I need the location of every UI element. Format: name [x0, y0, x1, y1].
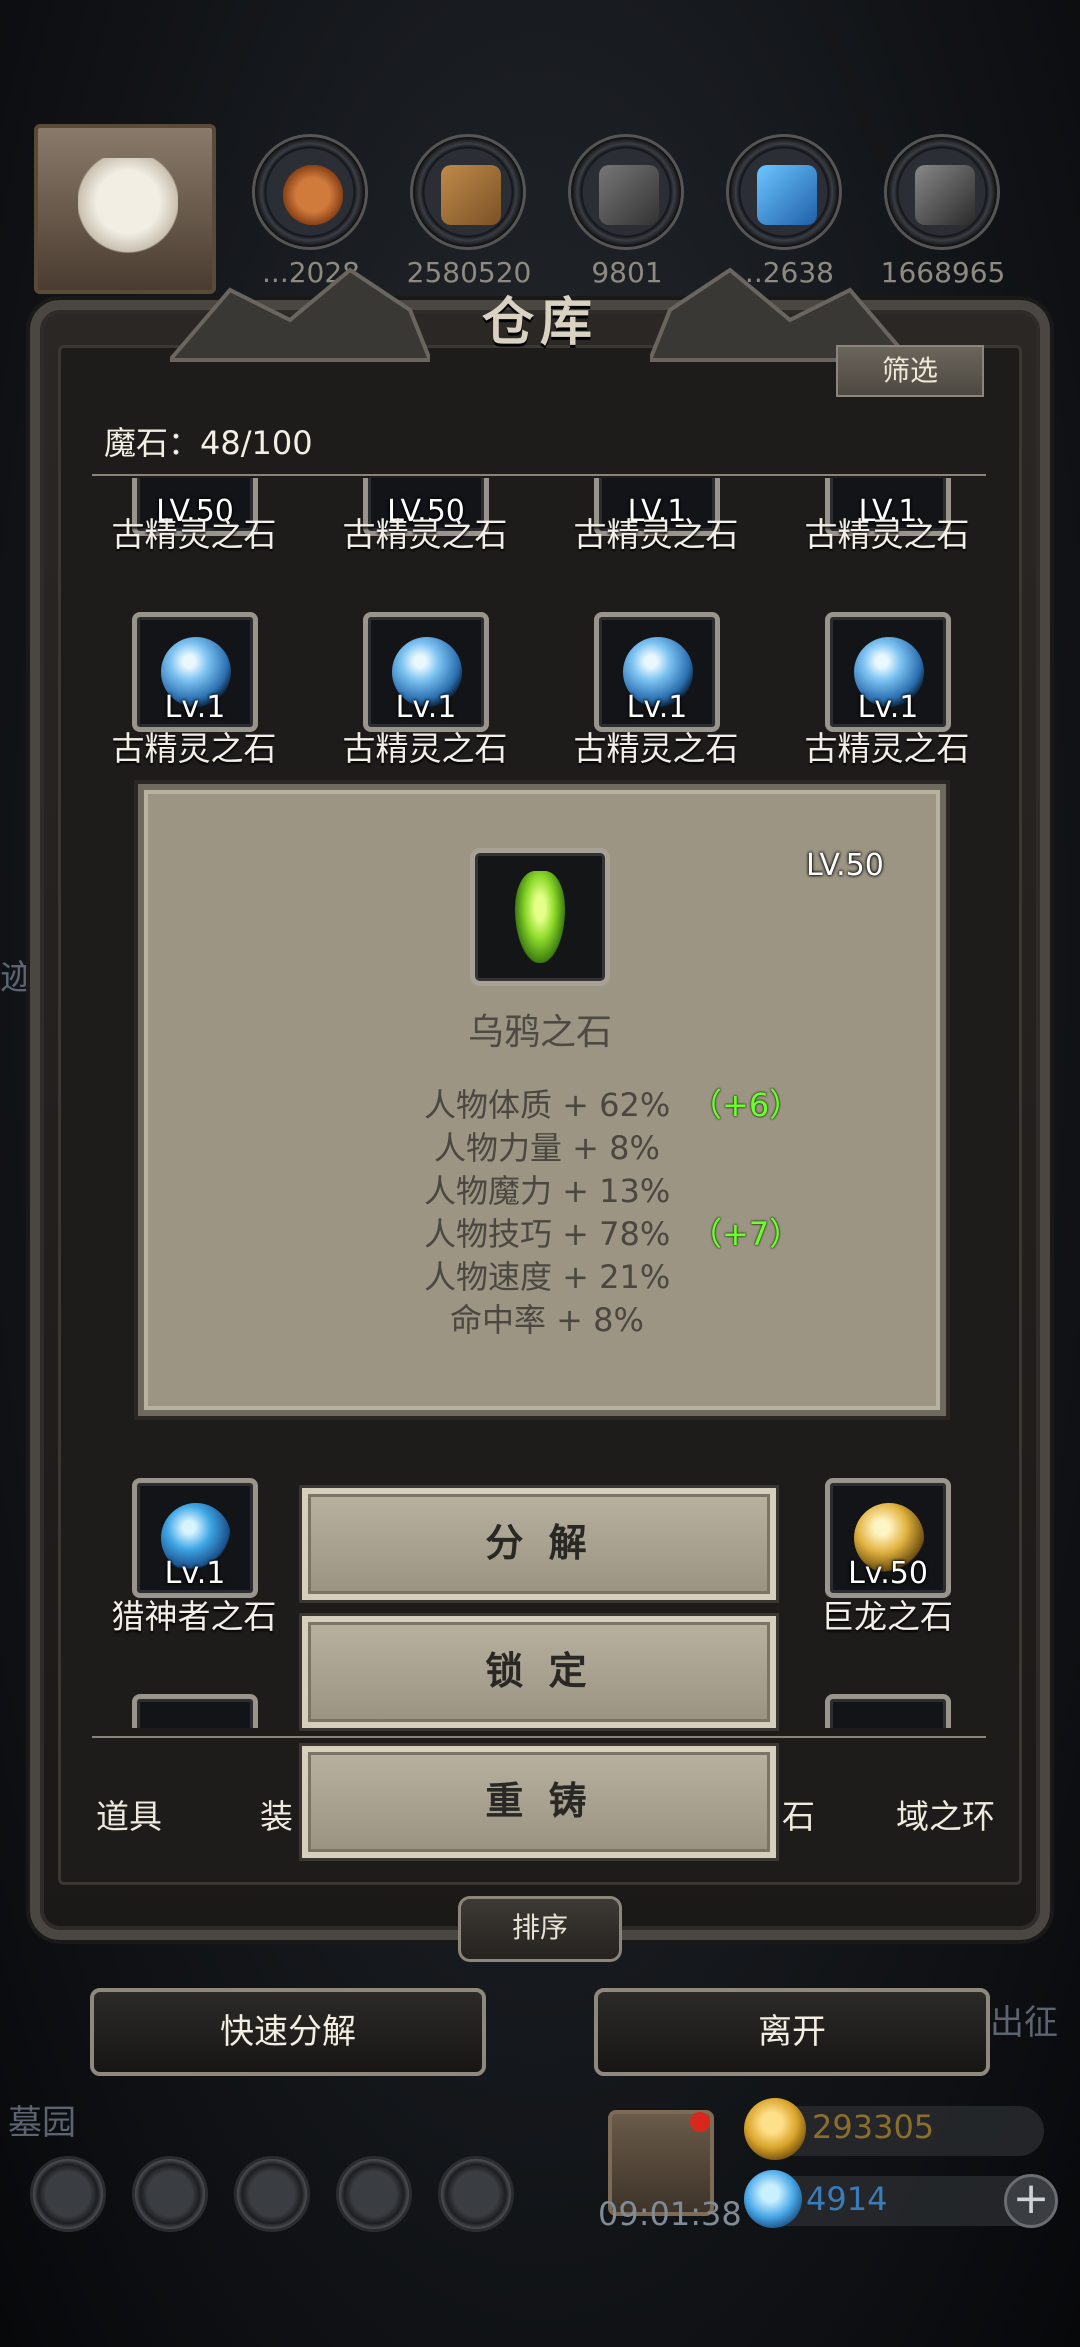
resource-iron-icon	[884, 134, 1000, 250]
item-name: 古精灵之石	[342, 729, 508, 768]
item-slot[interactable]: Lv.1	[825, 612, 951, 732]
magic-stone-count: 魔石：48/100	[104, 424, 313, 462]
leave-button[interactable]: 离开	[594, 1988, 990, 2076]
item-name: 古精灵之石	[573, 515, 739, 554]
item-slot[interactable]	[825, 1694, 951, 1728]
sort-button[interactable]: 排序	[458, 1896, 622, 1962]
lock-button[interactable]: 锁 定	[302, 1616, 776, 1728]
stat-line: 人物魔力 + 13%	[424, 1172, 671, 1210]
settings-icon[interactable]	[30, 2156, 106, 2232]
item-slot[interactable]: Lv.1	[363, 612, 489, 732]
item-slot[interactable]: Lv.50	[825, 1478, 951, 1598]
resource-stone-icon	[568, 134, 684, 250]
stat-line: 人物速度 + 21%	[424, 1258, 671, 1296]
stat-line: 人物技巧 + 78%	[424, 1215, 671, 1253]
item-name: 古精灵之石	[342, 515, 508, 554]
item-name: 古精灵之石	[573, 729, 739, 768]
notification-dot	[690, 2112, 710, 2132]
stat-line: 人物体质 + 62%	[424, 1086, 671, 1124]
stat-bonus: （+7）	[690, 1215, 802, 1253]
item-name: 古精灵之石	[111, 515, 277, 554]
recast-button[interactable]: 重 铸	[302, 1746, 776, 1858]
resource-wood-icon	[410, 134, 526, 250]
tooltip-item-name: 乌鸦之石	[467, 1012, 612, 1053]
game-screen: { "top_resources": { "values": ["...2028…	[0, 0, 1080, 2347]
item-name: 古精灵之石	[804, 729, 970, 768]
tab-equipment[interactable]: 装	[260, 1790, 293, 1838]
item-name: 巨龙之石	[821, 1597, 953, 1636]
rabbit-avatar-icon	[78, 158, 178, 268]
tab-magic-stone[interactable]: 石	[782, 1790, 815, 1838]
filter-button[interactable]: 筛选	[836, 345, 984, 397]
item-name: 猎神者之石	[111, 1597, 277, 1636]
background-label-partial: 迹	[0, 958, 34, 998]
item-name: 古精灵之石	[804, 515, 970, 554]
diamond-amount: 4914	[806, 2180, 888, 2218]
stat-line: 人物力量 + 8%	[434, 1129, 660, 1167]
item-slot[interactable]: Lv.1	[132, 612, 258, 732]
divider	[92, 474, 986, 476]
tooltip-item-frame	[470, 848, 610, 986]
warehouse-title: 仓库	[481, 292, 598, 353]
mail-icon[interactable]	[336, 2156, 412, 2232]
achievement-icon[interactable]	[132, 2156, 208, 2232]
gold-coin-icon	[744, 2098, 806, 2160]
event-timer: 09:01:38	[598, 2195, 742, 2233]
item-slot[interactable]: Lv.1	[594, 612, 720, 732]
item-slot[interactable]: Lv.1	[132, 1478, 258, 1598]
tooltip-level: LV.50	[806, 848, 884, 883]
shop-icon[interactable]	[438, 2156, 514, 2232]
gold-amount: 293305	[812, 2108, 935, 2146]
item-slot[interactable]	[132, 1694, 258, 1728]
graveyard-label[interactable]: 墓园	[8, 2095, 76, 2144]
add-currency-button[interactable]: +	[1004, 2174, 1058, 2228]
stat-line: 命中率 + 8%	[450, 1301, 644, 1339]
decompose-button[interactable]: 分 解	[302, 1488, 776, 1600]
divider	[92, 1736, 986, 1738]
resource-meat-icon	[252, 134, 368, 250]
tab-items[interactable]: 道具	[96, 1790, 162, 1838]
tab-domain-ring[interactable]: 域之环	[896, 1790, 995, 1838]
resource-crystal-icon	[726, 134, 842, 250]
diamond-icon	[744, 2170, 802, 2228]
guild-icon[interactable]	[234, 2156, 310, 2232]
expedition-label[interactable]: 出征	[990, 1995, 1058, 2044]
stat-bonus: （+6）	[690, 1086, 802, 1124]
quick-decompose-button[interactable]: 快速分解	[90, 1988, 486, 2076]
item-name: 古精灵之石	[111, 729, 277, 768]
crow-stone-icon	[515, 871, 565, 963]
